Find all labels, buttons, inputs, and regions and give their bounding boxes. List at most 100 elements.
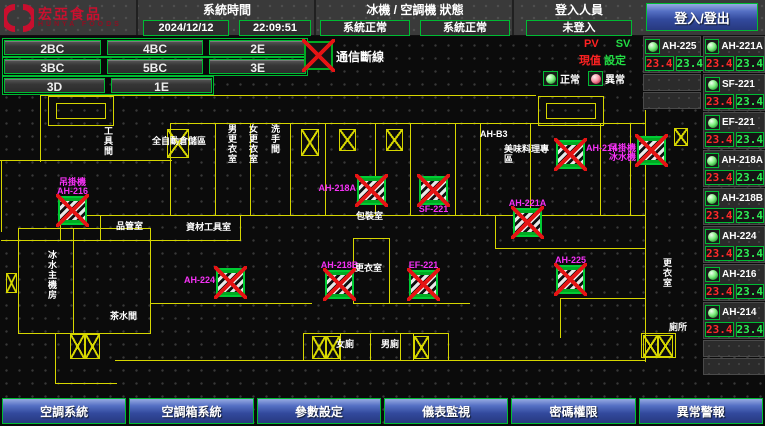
unit-AH-214-pv: 23.4 — [705, 322, 734, 337]
map-device-AH-216[interactable]: 吊掛機AH-216 — [58, 196, 87, 225]
unit-name: AH-224 — [722, 231, 756, 242]
map-wall — [55, 333, 56, 384]
map-wall — [546, 103, 596, 119]
footer-button-5[interactable]: 異常警報 — [639, 398, 763, 424]
unit-AH-218A-pv: 23.4 — [705, 170, 734, 185]
unit-AH-218B[interactable]: AH-218B23.423.4 — [703, 188, 765, 225]
unit-EF-221[interactable]: EF-22123.423.4 — [703, 112, 765, 149]
unit-AH-216[interactable]: AH-216 23.423.4 — [703, 264, 765, 301]
unit-led-icon — [705, 77, 720, 92]
map-wall — [400, 333, 401, 361]
stairs-icon — [674, 128, 688, 146]
map-wall — [18, 228, 19, 334]
map-wall — [240, 215, 241, 241]
unit-led-icon — [705, 191, 719, 206]
map-wall — [600, 123, 601, 216]
scada-screen: 吊掛機AH-216 AH-224 AH-218B AH-218A SF-221 EF-22… — [0, 0, 765, 426]
unit-AH-216-pv: 23.4 — [705, 284, 734, 299]
map-wall — [170, 123, 646, 124]
unit-SF-221-pv: 23.4 — [705, 94, 734, 109]
map-wall — [215, 123, 216, 216]
map-device-label: AH-218A — [318, 184, 356, 193]
unit-AH-225-pv: 23.4 — [645, 56, 674, 71]
map-device-label: AH-218B — [321, 261, 359, 270]
room-label: 全自動倉儲區 — [152, 136, 206, 146]
unit-EF-221-pv: 23.4 — [705, 132, 734, 147]
unit-AH-221A-pv: 23.4 — [705, 56, 734, 71]
map-device-EF-221[interactable]: EF-221 — [409, 270, 438, 299]
empty-panel — [643, 92, 701, 109]
unit-name: AH-225 — [662, 41, 696, 52]
map-device-AH-225[interactable]: AH-225 — [556, 265, 585, 294]
room-label: 男更衣室 — [227, 124, 237, 164]
room-label: 女廁 — [336, 339, 354, 349]
stairs-icon — [301, 129, 319, 156]
map-wall — [1, 240, 241, 241]
room-label: 茶水間 — [110, 311, 137, 321]
unit-led-icon — [705, 305, 720, 320]
map-device-label: 吊掛機AH-216 — [57, 178, 88, 196]
unit-AH-224[interactable]: AH-22423.423.4 — [703, 226, 765, 263]
stairs-icon — [339, 129, 356, 151]
map-device-chiller[interactable]: 吊掛機冰水機 — [637, 136, 666, 165]
map-wall — [325, 123, 326, 216]
footer-button-1[interactable]: 空調箱系統 — [129, 398, 253, 424]
map-wall — [370, 333, 371, 361]
map-wall — [560, 298, 646, 299]
map-device-label: AH-221A — [509, 199, 547, 208]
map-device-AH-218A[interactable]: AH-218A — [357, 176, 386, 205]
map-wall — [495, 215, 496, 249]
room-label: 資材工具室 — [186, 222, 231, 232]
unit-name: AH-214 — [722, 307, 756, 318]
unit-name: EF-221 — [722, 117, 755, 128]
unit-AH-214[interactable]: AH-214 23.423.4 — [703, 302, 765, 339]
footer-button-2[interactable]: 參數設定 — [257, 398, 381, 424]
map-device-label: SF-221 — [419, 205, 449, 214]
map-wall — [290, 123, 291, 216]
map-device-AH-221A[interactable]: AH-221A — [513, 208, 542, 237]
unit-name: AH-221A — [721, 41, 763, 52]
room-label: 更衣室 — [662, 258, 672, 288]
map-device-AH-218B[interactable]: AH-218B — [325, 270, 354, 299]
unit-name: AH-218A — [721, 155, 763, 166]
map-device-AH-214[interactable]: AH-214 — [556, 140, 585, 169]
unit-SF-221-sv: 23.4 — [736, 94, 765, 109]
footer-button-0[interactable]: 空調系統 — [2, 398, 126, 424]
map-wall — [60, 215, 646, 216]
room-label: 更衣室 — [355, 263, 382, 273]
unit-led-icon — [705, 229, 720, 244]
footer-button-3[interactable]: 儀表監視 — [384, 398, 508, 424]
unit-AH-221A[interactable]: AH-221A 23.423.4 — [703, 36, 765, 73]
room-label: 洗手間 — [270, 124, 280, 154]
map-device-AH-224[interactable]: AH-224 — [216, 268, 245, 297]
map-device-SF-221[interactable]: SF-221 — [419, 176, 448, 205]
unit-AH-218A[interactable]: AH-218A 23.423.4 — [703, 150, 765, 187]
unit-AH-218B-pv: 23.4 — [705, 208, 734, 223]
unit-name: SF-221 — [722, 79, 755, 90]
map-wall — [390, 303, 470, 304]
unit-AH-221A-sv: 23.4 — [736, 56, 765, 71]
unit-AH-225[interactable]: AH-22523.423.4 — [643, 36, 701, 73]
stairs-icon — [643, 335, 658, 357]
map-device-label: AH-225 — [555, 256, 586, 265]
map-wall — [495, 248, 646, 249]
unit-name: AH-216 — [722, 269, 756, 280]
room-label: 包裝室 — [356, 211, 383, 221]
room-label: 冰水主機房 — [47, 250, 57, 300]
unit-AH-214-sv: 23.4 — [736, 322, 765, 337]
stairs-icon — [658, 335, 673, 357]
unit-AH-224-pv: 23.4 — [705, 246, 734, 261]
map-wall — [150, 303, 312, 304]
map-wall — [455, 123, 456, 216]
map-wall — [150, 228, 151, 334]
unit-led-icon — [705, 115, 720, 130]
footer-button-4[interactable]: 密碼權限 — [511, 398, 635, 424]
room-label: 品管室 — [116, 221, 143, 231]
map-wall — [0, 160, 172, 161]
map-wall — [410, 123, 411, 216]
unit-SF-221[interactable]: SF-221 23.423.4 — [703, 74, 765, 111]
unit-AH-216-sv: 23.4 — [736, 284, 765, 299]
empty-panel — [703, 358, 765, 375]
unit-AH-218A-sv: 23.4 — [736, 170, 765, 185]
stairs-icon — [6, 273, 17, 293]
